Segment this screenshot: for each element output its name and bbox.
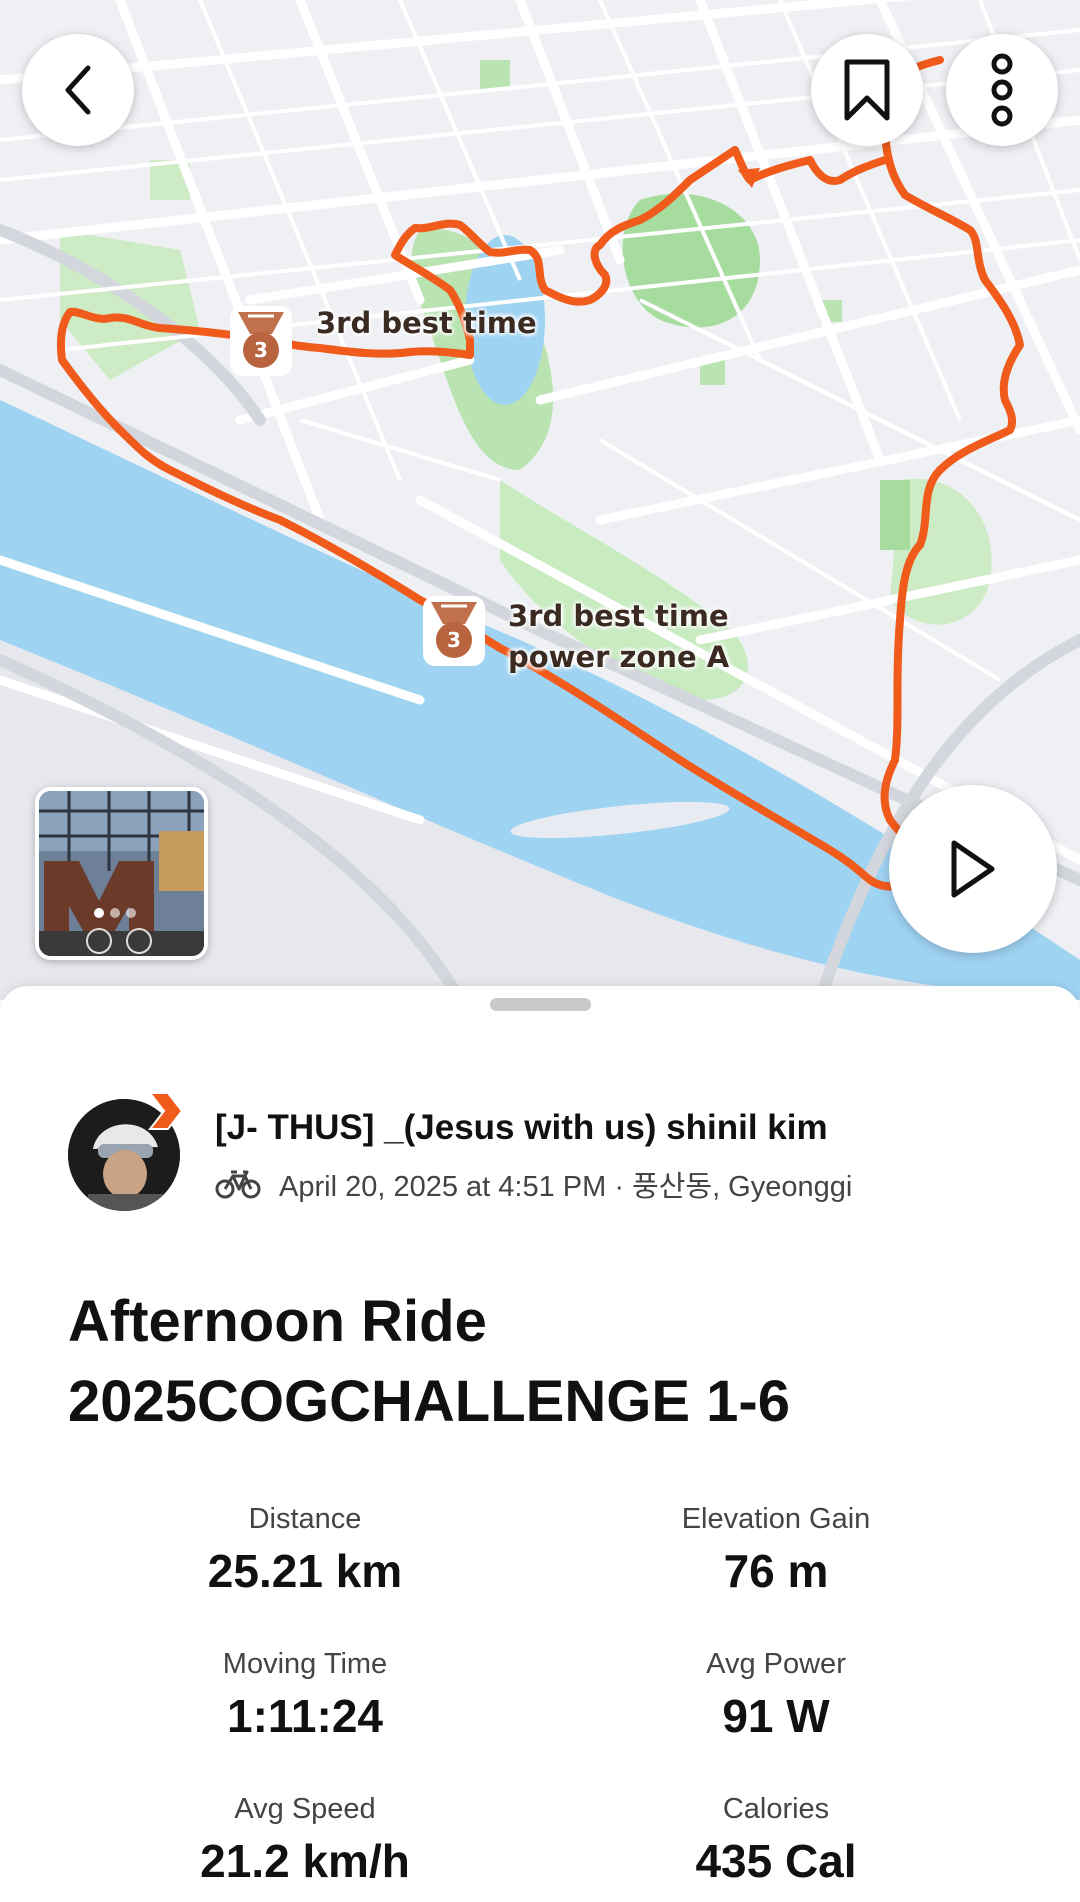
activity-title-line1: Afternoon Ride	[68, 1289, 487, 1354]
medal-icon: 3	[230, 306, 292, 376]
segment-medal-1[interactable]: 3	[228, 304, 294, 378]
stat-value: 91 W	[722, 1690, 830, 1742]
play-icon	[951, 840, 995, 898]
more-vertical-icon	[991, 53, 1013, 127]
stat-label: Avg Power	[706, 1648, 846, 1680]
stat-elevation-gain: Elevation Gain 76 m	[566, 1503, 986, 1598]
stat-label: Moving Time	[222, 1648, 388, 1680]
stat-distance: Distance 25.21 km	[95, 1503, 515, 1598]
stat-label: Calories	[722, 1793, 830, 1825]
segment-label-1[interactable]: 3rd best time	[316, 303, 537, 344]
stat-moving-time: Moving Time 1:11:24	[95, 1648, 515, 1743]
chevron-left-icon	[65, 65, 91, 115]
athlete-name[interactable]: [J- THUS] _(Jesus with us) shinil kim	[215, 1108, 828, 1148]
activity-meta: April 20, 2025 at 4:51 PM · 풍산동, Gyeongg…	[215, 1163, 852, 1205]
photo-pager	[94, 908, 136, 918]
stat-value: 25.21 km	[207, 1545, 403, 1597]
bike-icon	[215, 1170, 261, 1199]
back-button[interactable]	[22, 34, 134, 146]
medal-rank: 3	[254, 338, 268, 362]
medal-rank: 3	[447, 628, 461, 652]
activity-photo-thumbnail[interactable]	[35, 787, 208, 960]
strava-badge-icon	[147, 1092, 184, 1130]
stat-value: 76 m	[723, 1545, 829, 1597]
sheet-drag-handle[interactable]	[490, 998, 591, 1011]
segment-label-2[interactable]: 3rd best time power zone A	[508, 596, 729, 678]
stat-value: 21.2 km/h	[200, 1835, 410, 1887]
stat-calories: Calories 435 Cal	[566, 1793, 986, 1888]
stat-label: Elevation Gain	[681, 1503, 871, 1535]
activity-title-line2: 2025COGCHALLENGE 1-6	[68, 1369, 790, 1434]
more-options-button[interactable]	[946, 34, 1058, 146]
bookmark-button[interactable]	[811, 34, 923, 146]
pager-dot	[110, 908, 120, 918]
bookmark-icon	[844, 59, 890, 121]
stat-avg-power: Avg Power 91 W	[566, 1648, 986, 1743]
segment-label-line: 3rd best time	[316, 306, 537, 340]
segment-label-line: 3rd best time	[508, 599, 729, 633]
stat-label: Avg Speed	[234, 1793, 376, 1825]
photo-image	[39, 791, 204, 956]
stat-value: 435 Cal	[695, 1835, 857, 1887]
activity-title: Afternoon Ride 2025COGCHALLENGE 1-6	[68, 1282, 790, 1442]
segment-label-line: power zone A	[508, 640, 730, 674]
stat-value: 1:11:24	[226, 1690, 383, 1742]
pager-dot-active	[94, 908, 104, 918]
pager-dot	[126, 908, 136, 918]
play-flyover-button[interactable]	[889, 785, 1057, 953]
medal-icon: 3	[423, 596, 485, 666]
activity-date-location: April 20, 2025 at 4:51 PM · 풍산동, Gyeongg…	[279, 1171, 853, 1203]
segment-medal-2[interactable]: 3	[421, 594, 487, 668]
stat-avg-speed: Avg Speed 21.2 km/h	[95, 1793, 515, 1888]
stat-label: Distance	[248, 1503, 362, 1535]
